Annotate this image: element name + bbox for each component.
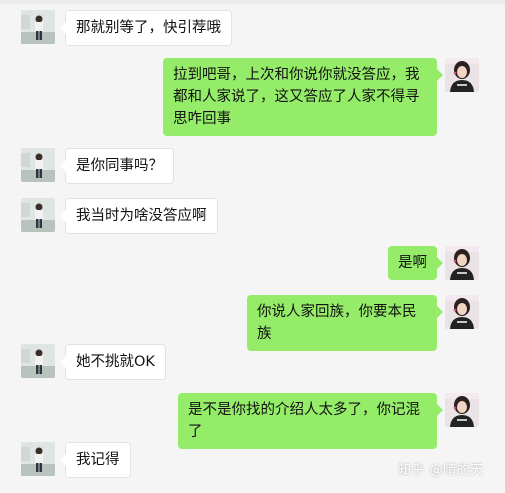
self-avatar[interactable]	[445, 295, 479, 329]
contact-avatar[interactable]	[21, 148, 55, 182]
chat-message-list[interactable]: 那就别等了，快引荐哦 拉到吧哥，上次和你说你就没答应，我都和人家说了，这又答应了…	[0, 0, 505, 493]
received-message-bubble[interactable]: 是你同事吗？	[60, 148, 174, 184]
watermark-text: 知乎 @晴的天	[398, 463, 484, 478]
self-avatar[interactable]	[445, 393, 479, 427]
contact-avatar[interactable]	[21, 10, 55, 44]
self-avatar[interactable]	[445, 58, 479, 92]
received-message-bubble[interactable]: 我当时为啥没答应啊	[60, 198, 218, 234]
sent-message-bubble[interactable]: 是啊	[388, 246, 443, 280]
sent-message-bubble[interactable]: 你说人家回族，你要本民族	[247, 295, 443, 351]
received-message-bubble[interactable]: 我记得	[60, 442, 131, 478]
sent-message-bubble[interactable]: 拉到吧哥，上次和你说你就没答应，我都和人家说了，这又答应了人家不得寻思咋回事	[163, 58, 443, 136]
contact-avatar[interactable]	[21, 442, 55, 476]
contact-avatar[interactable]	[21, 344, 55, 378]
received-message-bubble[interactable]: 那就别等了，快引荐哦	[60, 10, 232, 46]
contact-avatar[interactable]	[21, 198, 55, 232]
received-message-bubble[interactable]: 她不挑就OK	[60, 344, 166, 380]
self-avatar[interactable]	[445, 246, 479, 280]
sent-message-bubble[interactable]: 是不是你找的介绍人太多了，你记混了	[178, 393, 443, 449]
